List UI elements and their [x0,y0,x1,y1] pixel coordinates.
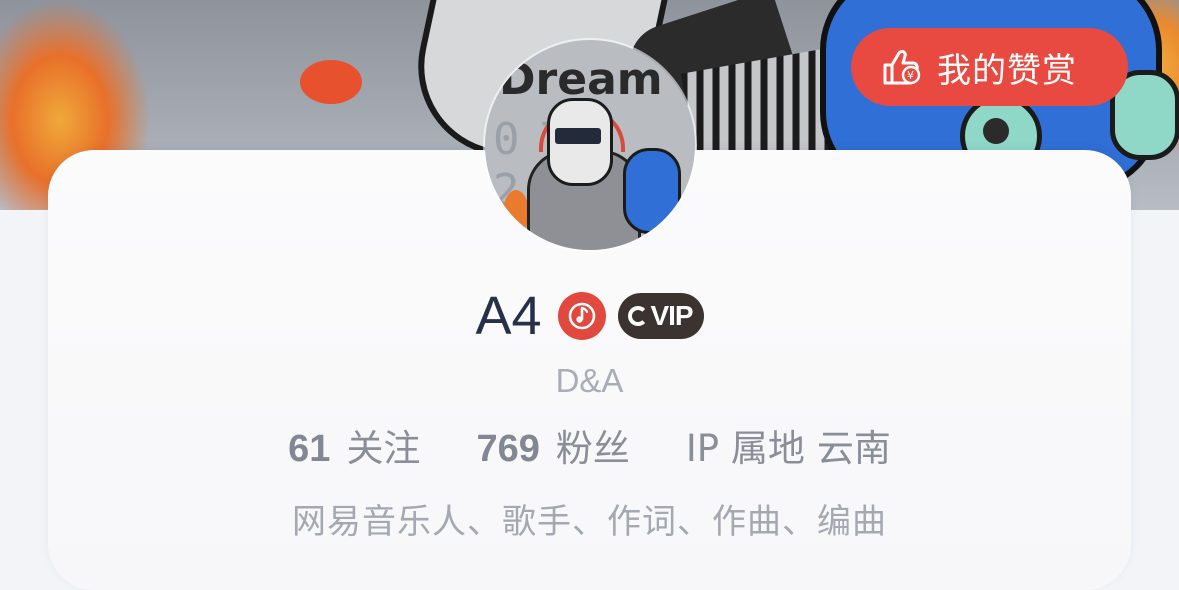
my-reward-label: 我的赞赏 [937,50,1077,91]
name-row: A4 VIP [0,284,1179,348]
vip-label: VIP [650,300,693,331]
ip-value: 云南 [816,427,891,470]
profile-nickname: D&A [555,362,624,399]
banner-wheel-core [983,118,1009,144]
vip-logo-icon [628,306,649,326]
follow-label: 关注 [346,427,421,470]
music-note-icon [568,302,595,330]
follow-stat[interactable]: 61 关注 [288,418,420,472]
thumbs-up-yuan-icon: ¥ [879,45,923,89]
fans-stat[interactable]: 769 粉丝 [476,418,629,472]
fans-label: 粉丝 [555,427,630,470]
musician-badge[interactable] [557,292,606,340]
profile-name: A4 [475,286,542,346]
profile-tags: 网易音乐人、歌手、作词、作曲、编曲 [292,502,887,542]
avatar-board-shape [623,148,681,234]
avatar-fire-shape [503,190,529,236]
avatar[interactable]: Dream 07 22 [485,40,695,250]
avatar-visor-shape [555,128,601,144]
ip-label: IP 属地 [685,427,805,470]
vip-badge[interactable]: VIP [617,293,704,339]
banner-flame-shape [300,60,362,104]
svg-text:¥: ¥ [907,69,915,82]
profile-stats: 61 关注 769 粉丝 IP 属地 云南 [0,418,1179,472]
follow-count: 61 [288,428,331,470]
fans-count: 769 [476,428,540,470]
ip-location: IP 属地 云南 [686,418,891,472]
my-reward-button[interactable]: ¥ 我的赞赏 [851,28,1128,106]
